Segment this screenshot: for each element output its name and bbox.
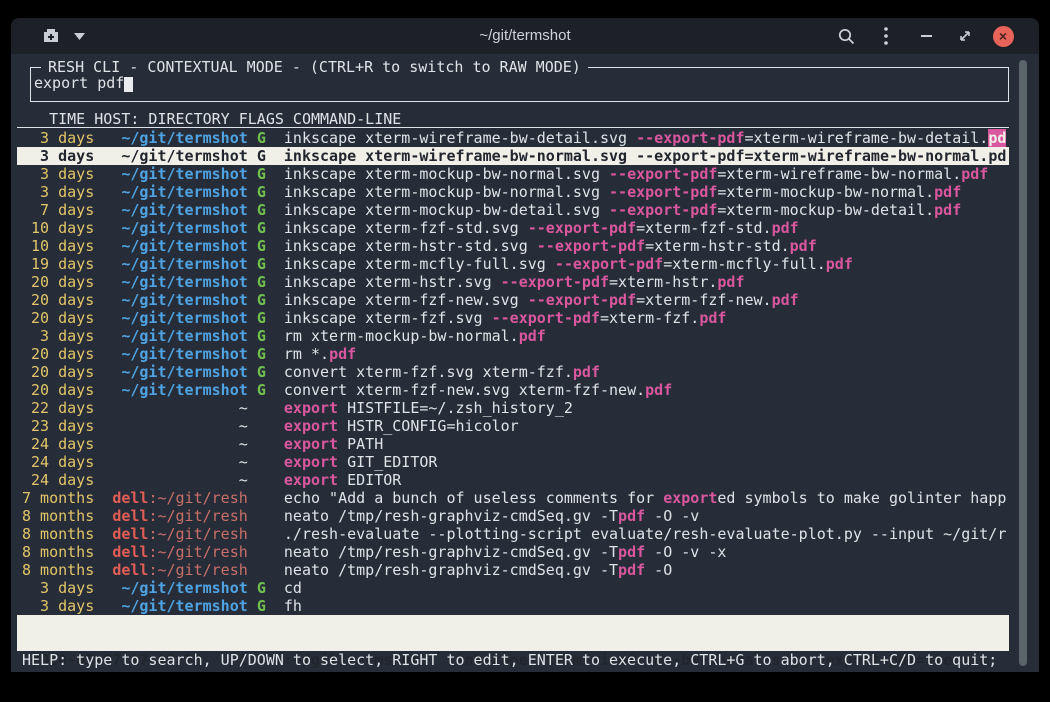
history-row[interactable]: 20 days ~/git/termshot G inkscape xterm-… [17,309,1009,327]
minimize-button[interactable] [919,18,935,54]
close-button[interactable]: × [991,18,1015,54]
terminal-content: RESH CLI - CONTEXTUAL MODE - (CTRL+R to … [11,54,1039,672]
history-row[interactable]: 7 days ~/git/termshot G inkscape xterm-m… [17,201,1009,219]
history-row[interactable]: 10 days ~/git/termshot G inkscape xterm-… [17,237,1009,255]
history-row[interactable]: 23 days ~ export HSTR_CONFIG=hicolor [17,417,1009,435]
history-row[interactable]: 19 days ~/git/termshot G inkscape xterm-… [17,255,1009,273]
history-row[interactable]: 24 days ~ export GIT_EDITOR [17,453,1009,471]
scrollbar[interactable] [1019,60,1027,666]
search-box-title: RESH CLI - CONTEXTUAL MODE - (CTRL+R to … [41,58,588,76]
titlebar: ~/git/termshot [11,18,1039,54]
history-row[interactable]: 3 days ~/git/termshot G inkscape xterm-w… [17,129,1009,147]
kebab-icon [884,27,888,45]
history-row[interactable]: 3 days ~/git/termshot G cd [17,579,1009,597]
history-row[interactable]: 3 days ~/git/termshot G fh [17,597,1009,615]
search-button[interactable] [835,18,857,54]
history-row[interactable]: 20 days ~/git/termshot G inkscape xterm-… [17,291,1009,309]
history-row[interactable]: 20 days ~/git/termshot G rm *.pdf [17,345,1009,363]
history-list: 3 days ~/git/termshot G inkscape xterm-w… [17,129,1009,615]
minimize-icon [921,34,933,38]
history-row[interactable]: 24 days ~ export PATH [17,435,1009,453]
history-row[interactable]: 3 days ~/git/termshot G inkscape xterm-w… [17,147,1009,165]
search-box: RESH CLI - CONTEXTUAL MODE - (CTRL+R to … [30,67,1009,102]
history-row[interactable]: 7 months dell:~/git/resh echo "Add a bun… [17,489,1009,507]
history-header: TIME HOST: DIRECTORY FLAGS COMMAND-LINE [17,110,1009,128]
history-row[interactable]: 20 days ~/git/termshot G convert xterm-f… [17,381,1009,399]
search-icon [837,27,856,46]
history-row[interactable]: 8 months dell:~/git/resh ./resh-evaluate… [17,525,1009,543]
history-row[interactable]: 3 days ~/git/termshot G inkscape xterm-m… [17,165,1009,183]
restore-button[interactable] [957,18,973,54]
history-row[interactable]: 3 days ~/git/termshot G rm xterm-mockup-… [17,327,1009,345]
close-icon: × [993,26,1014,47]
history-row[interactable]: 8 months dell:~/git/resh neato /tmp/resh… [17,507,1009,525]
history-row[interactable]: 20 days ~/git/termshot G inkscape xterm-… [17,273,1009,291]
search-query: export pdf [34,74,124,92]
history-row[interactable]: 20 days ~/git/termshot G convert xterm-f… [17,363,1009,381]
history-row[interactable]: 22 days ~ export HISTFILE=~/.zsh_history… [17,399,1009,417]
history-row[interactable]: 24 days ~ export EDITOR [17,471,1009,489]
history-row[interactable]: 8 months dell:~/git/resh neato /tmp/resh… [17,561,1009,579]
help-bar: HELP: type to search, UP/DOWN to select,… [17,651,1014,669]
restore-icon [959,30,971,42]
terminal-window: ~/git/termshot [11,18,1039,672]
text-cursor [124,77,133,92]
status-bar: 2020-05-07 17:17:28 tower:~/git/termshot… [17,615,1009,651]
menu-button[interactable] [879,18,893,54]
screenshot-root: ~/git/termshot [0,0,1050,702]
history-row[interactable]: 10 days ~/git/termshot G inkscape xterm-… [17,219,1009,237]
history-row[interactable]: 3 days ~/git/termshot G inkscape xterm-m… [17,183,1009,201]
history-row[interactable]: 8 months dell:~/git/resh neato /tmp/resh… [17,543,1009,561]
